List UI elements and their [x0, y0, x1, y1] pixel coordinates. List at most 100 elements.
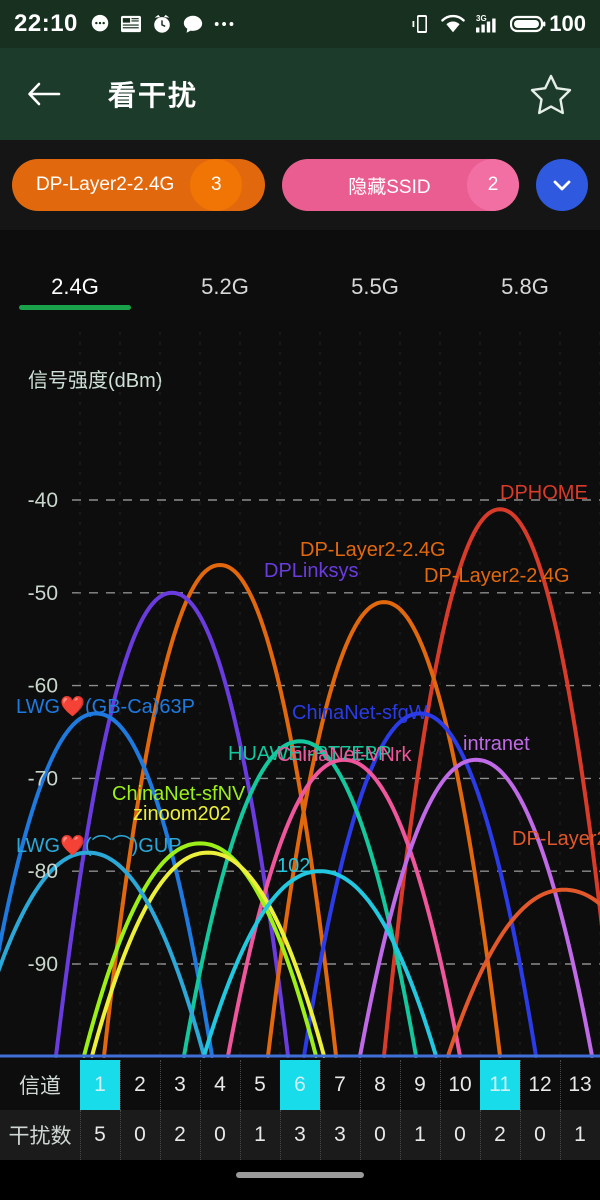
- network-label: LWG❤️(⌒⌒)GUP: [16, 834, 182, 857]
- channel-cell-4[interactable]: 4: [200, 1060, 240, 1110]
- network-label: intranet: [463, 733, 530, 755]
- chart-canvas: -40-50-60-70-80-90 DPHOMEDP-Layer2-2.4GD…: [0, 332, 600, 1060]
- interference-cell-10: 0: [440, 1110, 480, 1160]
- status-bar: 22:10 3G 100: [0, 0, 600, 48]
- channel-table: 信道 1 2 3 4 5 6 7 8 9 10 11 12 13 干扰数 5020133010201: [0, 1060, 600, 1160]
- channel-cell-12[interactable]: 12: [520, 1060, 560, 1110]
- interference-cell-11: 2: [480, 1110, 520, 1160]
- channel-row-label: 信道: [19, 1075, 61, 1098]
- network-label: LWG❤️(GB-Ca)63P: [16, 695, 195, 718]
- interference-cell-7: 3: [320, 1110, 360, 1160]
- grid-tick: [160, 1060, 161, 1110]
- app-bar: 看干扰: [0, 48, 600, 140]
- network-label: 102: [277, 855, 310, 877]
- y-tick-label: -60: [28, 675, 58, 698]
- chip-hidden-ssid[interactable]: 隐藏SSID 2: [281, 159, 519, 211]
- grid-tick: [120, 1060, 121, 1110]
- status-time: 22:10: [14, 10, 78, 37]
- channel-cell-10[interactable]: 10: [440, 1060, 480, 1110]
- interference-row: 干扰数 5020133010201: [0, 1110, 600, 1160]
- chat-bubble-icon: [91, 14, 109, 32]
- grid-tick: [400, 1110, 401, 1160]
- chip-count-badge: 2: [467, 159, 519, 211]
- filter-chip-bar: DP-Layer2-2.4G 3 隐藏SSID 2: [0, 140, 600, 230]
- grid-tick: [520, 1110, 521, 1160]
- vibrate-icon: [412, 15, 428, 33]
- grid-tick: [160, 1110, 161, 1160]
- interference-chart[interactable]: 信号强度(dBm) -40 -50 -60 -70 -80 -90 DPHOME DP-La…: [0, 332, 600, 1060]
- network-label: DP-Layer2-2.4G: [424, 565, 570, 587]
- channel-row: 信道 1 2 3 4 5 6 7 8 9 10 11 12 13: [0, 1060, 600, 1110]
- tab-5-2g[interactable]: 5.2G: [150, 230, 300, 332]
- tab-5-8g[interactable]: 5.8G: [450, 230, 600, 332]
- channel-cell-6[interactable]: 6: [280, 1060, 320, 1110]
- grid-tick: [560, 1060, 561, 1110]
- chip-label: 隐藏SSID: [348, 176, 431, 198]
- network-label: ChinaNet-VNrk: [277, 744, 412, 766]
- channel-cell-7[interactable]: 7: [320, 1060, 360, 1110]
- network-label: DP-Layer2: [512, 828, 600, 850]
- grid-tick: [120, 1110, 121, 1160]
- interference-cell-9: 1: [400, 1110, 440, 1160]
- alarm-icon: [154, 14, 170, 33]
- network-curve[interactable]: [226, 757, 462, 1058]
- more-dots-icon: [214, 22, 234, 26]
- network-curve[interactable]: [382, 507, 600, 1058]
- expand-chips-button[interactable]: [536, 159, 588, 211]
- wifi-icon: [441, 14, 466, 33]
- message-icon: [183, 15, 203, 33]
- channel-cell-5[interactable]: 5: [240, 1060, 280, 1110]
- interference-cell-1: 5: [80, 1110, 120, 1160]
- chip-count-badge: 3: [190, 159, 243, 211]
- channel-cell-13[interactable]: 13: [560, 1060, 600, 1110]
- tab-active-indicator: [19, 305, 131, 310]
- y-axis-ticks: -40 -50 -60 -70 -80 -90: [28, 489, 58, 976]
- y-tick-label: -80: [28, 860, 58, 883]
- grid-tick: [280, 1110, 281, 1160]
- status-left-icons: [89, 13, 237, 35]
- grid-tick: [200, 1110, 201, 1160]
- network-label: DP-Layer2-2.4G: [300, 539, 446, 561]
- y-tick-label: -50: [28, 582, 58, 605]
- interference-row-label: 干扰数: [8, 1125, 72, 1148]
- channel-cell-1[interactable]: 1: [80, 1060, 120, 1110]
- grid-tick: [480, 1110, 481, 1160]
- tab-2-4g[interactable]: 2.4G: [0, 230, 150, 332]
- series-labels-layer: DPHOMEDP-Layer2-2.4GDPLinksys DP-Layer2-2…: [16, 482, 600, 877]
- battery-icon: [510, 15, 546, 33]
- status-right-icons: 3G: [411, 12, 546, 36]
- tab-5-5g[interactable]: 5.5G: [300, 230, 450, 332]
- grid-tick: [320, 1060, 321, 1110]
- network-curve[interactable]: [358, 757, 594, 1058]
- y-tick-label: -70: [28, 767, 58, 790]
- interference-cell-6: 3: [280, 1110, 320, 1160]
- y-tick-label: -40: [28, 489, 58, 512]
- star-outline-icon[interactable]: [528, 72, 574, 116]
- channel-cell-8[interactable]: 8: [360, 1060, 400, 1110]
- channel-cell-9[interactable]: 9: [400, 1060, 440, 1110]
- grid-tick: [240, 1110, 241, 1160]
- network-label: DPLinksys: [264, 560, 358, 582]
- chip-label: DP-Layer2-2.4G: [36, 174, 175, 195]
- grid-tick: [400, 1060, 401, 1110]
- tab-label: 5.5G: [351, 274, 399, 299]
- svg-text:3G: 3G: [476, 14, 487, 23]
- back-arrow-icon[interactable]: [26, 79, 62, 109]
- channel-cell-11[interactable]: 11: [480, 1060, 520, 1110]
- grid-tick: [240, 1060, 241, 1110]
- interference-cell-3: 2: [160, 1110, 200, 1160]
- chip-dp-layer2[interactable]: DP-Layer2-2.4G 3: [12, 159, 265, 211]
- y-tick-label: -90: [28, 953, 58, 976]
- network-label: ChinaNet-sfNV: [112, 783, 246, 805]
- curves-layer: [0, 507, 600, 1058]
- grid-tick: [440, 1110, 441, 1160]
- interference-cell-5: 1: [240, 1110, 280, 1160]
- interference-cell-4: 0: [200, 1110, 240, 1160]
- interference-cell-13: 1: [560, 1110, 600, 1160]
- grid-tick: [80, 1110, 81, 1160]
- grid-tick: [520, 1060, 521, 1110]
- grid-tick: [440, 1060, 441, 1110]
- channel-cell-2[interactable]: 2: [120, 1060, 160, 1110]
- network-curve[interactable]: [446, 887, 600, 1058]
- channel-cell-3[interactable]: 3: [160, 1060, 200, 1110]
